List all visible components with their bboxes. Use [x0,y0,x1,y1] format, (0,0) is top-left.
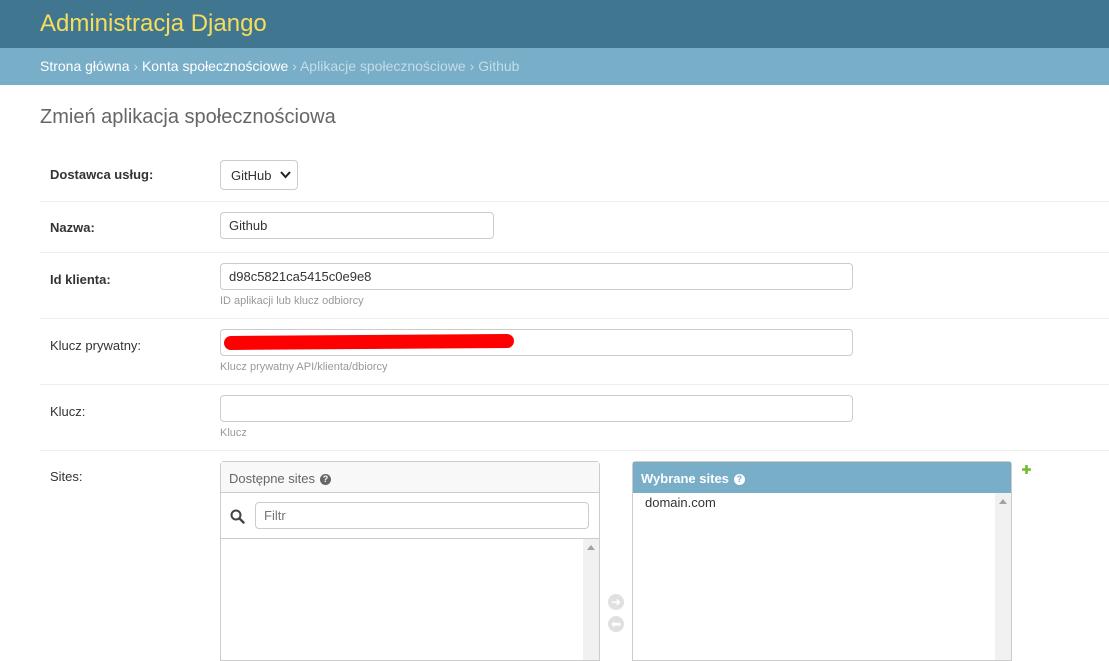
available-sites-header: Dostępne sites? [221,462,599,493]
breadcrumb-separator: › [292,58,297,74]
key-help: Klucz [220,427,247,439]
site-name[interactable]: Administracja Django [40,9,267,39]
redaction-mark [223,333,515,351]
secret-help: Klucz prywatny API/klienta/dbiorcy [220,361,388,373]
help-icon[interactable]: ? [320,474,331,486]
name-row [40,201,1109,253]
breadcrumb-social-apps[interactable]: Aplikacje społecznościowe [300,58,466,74]
provider-label: Dostawca usług: [50,167,154,182]
breadcrumb: Strona główna › Konta społecznościowe › … [0,48,1109,85]
search-icon [230,509,245,524]
chosen-sites-title: Wybrane sites [641,471,729,486]
chevron-down-icon [280,171,291,179]
provider-select[interactable]: GitHub [220,160,298,190]
breadcrumb-social-accounts[interactable]: Konta społecznościowe [142,58,288,74]
breadcrumb-separator: › [469,58,475,74]
client-id-label: Id klienta: [50,272,111,287]
key-input[interactable] [220,395,853,422]
chosen-sites-box: Wybrane sites? domain.com [632,461,1012,661]
help-icon[interactable]: ? [733,474,745,486]
add-site-plus-icon[interactable] [1021,464,1032,475]
header: Administracja Django [0,0,1109,48]
client-id-help: ID aplikacji lub klucz odbiorcy [220,295,364,307]
chosen-scrollbar[interactable] [995,493,1011,660]
provider-row [40,148,1109,202]
name-label: Nazwa: [50,220,95,235]
breadcrumb-separator: › [133,58,139,74]
chosen-site-option[interactable]: domain.com [645,495,716,510]
filter-input[interactable] [255,502,589,529]
page-title: Zmień aplikacja społecznościowa [40,106,336,128]
name-input[interactable] [220,212,494,239]
available-sites-box: Dostępne sites? [220,461,600,661]
breadcrumb-home[interactable]: Strona główna [40,58,130,74]
available-sites-title: Dostępne sites [229,471,315,486]
scroll-up-arrow-icon[interactable] [587,545,595,550]
remove-arrow-icon[interactable]: ⬅ [608,616,624,632]
available-scrollbar[interactable] [583,539,599,660]
add-arrow-icon[interactable]: ➜ [608,594,624,610]
breadcrumb-current: Github [478,58,520,74]
sites-label: Sites: [50,469,83,484]
provider-select-value: GitHub [231,168,272,183]
key-label: Klucz: [50,404,86,419]
secret-label: Klucz prywatny: [50,338,142,353]
client-id-input[interactable] [220,263,853,290]
chosen-sites-header: Wybrane sites? [633,462,1011,493]
scroll-up-arrow-icon[interactable] [999,499,1007,504]
filter-bar [221,493,599,539]
